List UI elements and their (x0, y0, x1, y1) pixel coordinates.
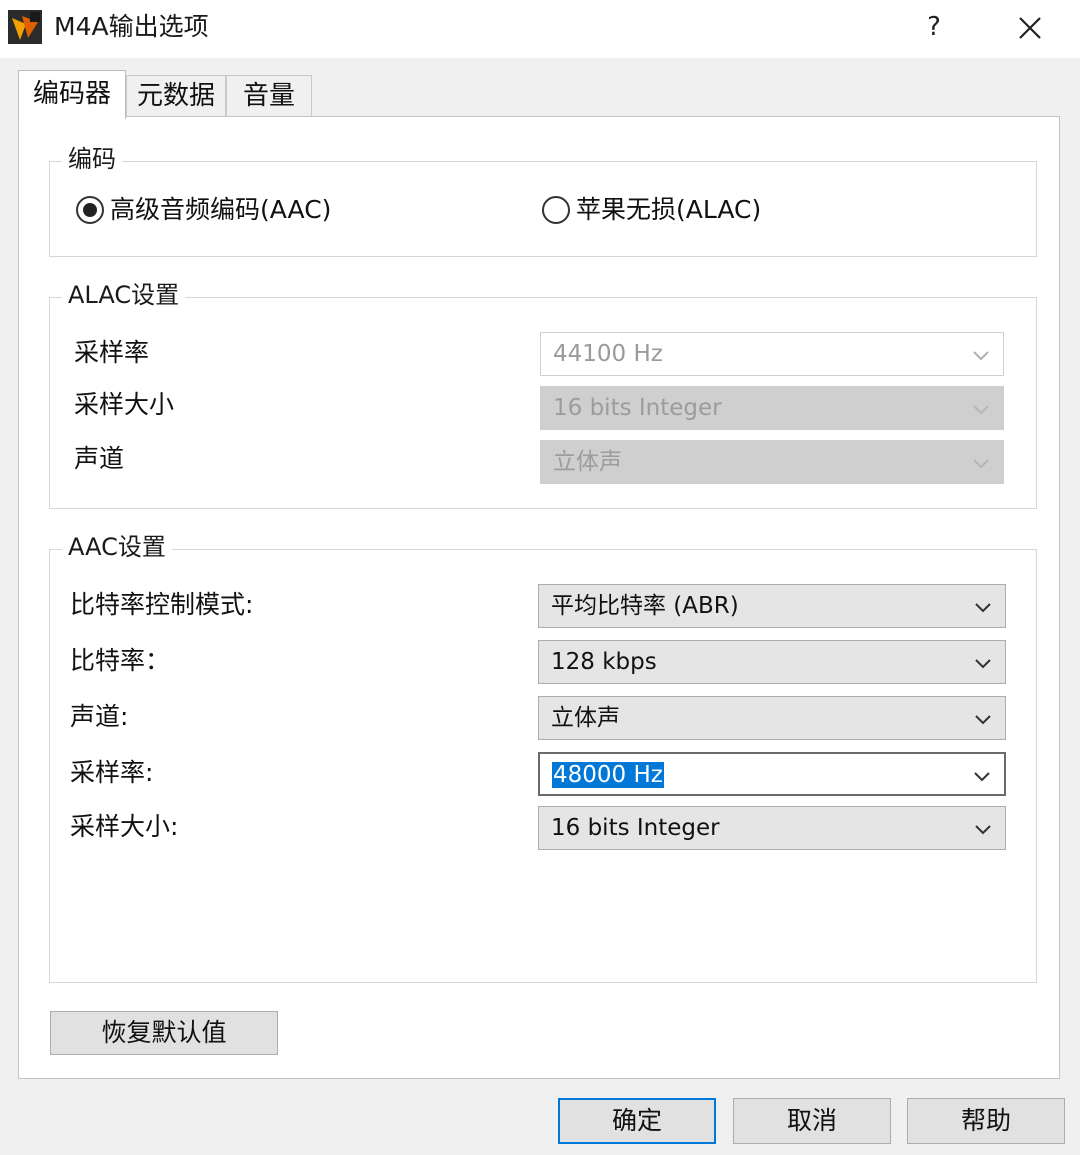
aac-channels-value: 立体声 (551, 705, 620, 731)
aac-channels-label: 声道: (70, 702, 129, 731)
cancel-button[interactable]: 取消 (733, 1098, 891, 1144)
help-title-button[interactable]: ? (918, 10, 950, 44)
help-button[interactable]: 帮助 (907, 1098, 1065, 1144)
aac-samplerate-select[interactable]: 48000 Hz (538, 752, 1006, 796)
alac-samplesize-label: 采样大小 (74, 390, 175, 419)
aac-radio-label[interactable]: 高级音频编码(AAC) (110, 195, 331, 225)
chevron-down-icon (975, 825, 991, 835)
aac-samplerate-label: 采样率: (70, 758, 154, 787)
tab-volume[interactable]: 音量 (226, 75, 312, 117)
alac-samplesize-select: 16 bits Integer (540, 386, 1004, 430)
aac-settings-group: AAC设置 比特率控制模式: 平均比特率 (ABR) 比特率： 128 kbps… (49, 532, 1037, 983)
chevron-down-icon (974, 772, 990, 782)
aac-samplesize-label: 采样大小: (70, 812, 179, 841)
aac-samplesize-select[interactable]: 16 bits Integer (538, 806, 1006, 850)
app-logo-icon (8, 10, 42, 44)
alac-radio-label[interactable]: 苹果无损(ALAC) (576, 195, 761, 225)
encoding-group: 编码 高级音频编码(AAC) 苹果无损(ALAC) (49, 144, 1037, 257)
chevron-down-icon (975, 715, 991, 725)
aac-samplerate-value: 48000 Hz (552, 762, 664, 788)
aac-bitrate-mode-value: 平均比特率 (ABR) (551, 593, 739, 619)
aac-bitrate-select[interactable]: 128 kbps (538, 640, 1006, 684)
alac-samplerate-select: 44100 Hz (540, 332, 1004, 376)
chevron-down-icon (975, 603, 991, 613)
alac-settings-group: ALAC设置 采样率 44100 Hz 采样大小 16 bits Integer… (49, 280, 1037, 509)
window-title: M4A输出选项 (54, 12, 209, 41)
encoding-legend: 编码 (62, 144, 122, 174)
tab-metadata[interactable]: 元数据 (126, 75, 226, 117)
alac-channels-value: 立体声 (553, 449, 622, 475)
chevron-down-icon (975, 659, 991, 669)
aac-bitrate-mode-select[interactable]: 平均比特率 (ABR) (538, 584, 1006, 628)
chevron-down-icon (973, 459, 989, 469)
chevron-down-icon (973, 405, 989, 415)
aac-radio[interactable] (76, 196, 104, 224)
title-bar: M4A输出选项 ? (0, 0, 1080, 58)
encoder-panel: 编码 高级音频编码(AAC) 苹果无损(ALAC) ALAC设置 采样率 441… (18, 116, 1060, 1079)
chevron-down-icon (973, 351, 989, 361)
alac-legend: ALAC设置 (62, 280, 186, 310)
restore-defaults-button[interactable]: 恢复默认值 (50, 1011, 278, 1055)
alac-samplerate-label: 采样率 (74, 338, 150, 367)
alac-samplerate-value: 44100 Hz (553, 341, 663, 367)
aac-channels-select[interactable]: 立体声 (538, 696, 1006, 740)
aac-legend: AAC设置 (62, 532, 172, 562)
ok-button[interactable]: 确定 (558, 1098, 716, 1144)
aac-bitrate-mode-label: 比特率控制模式: (70, 590, 254, 619)
alac-channels-select: 立体声 (540, 440, 1004, 484)
alac-radio[interactable] (542, 196, 570, 224)
tab-encoder[interactable]: 编码器 (18, 70, 126, 119)
aac-bitrate-value: 128 kbps (551, 649, 657, 675)
aac-bitrate-label: 比特率： (70, 646, 171, 675)
close-icon[interactable] (1004, 8, 1056, 48)
alac-channels-label: 声道 (74, 444, 125, 473)
alac-samplesize-value: 16 bits Integer (553, 395, 722, 421)
aac-samplesize-value: 16 bits Integer (551, 815, 720, 841)
